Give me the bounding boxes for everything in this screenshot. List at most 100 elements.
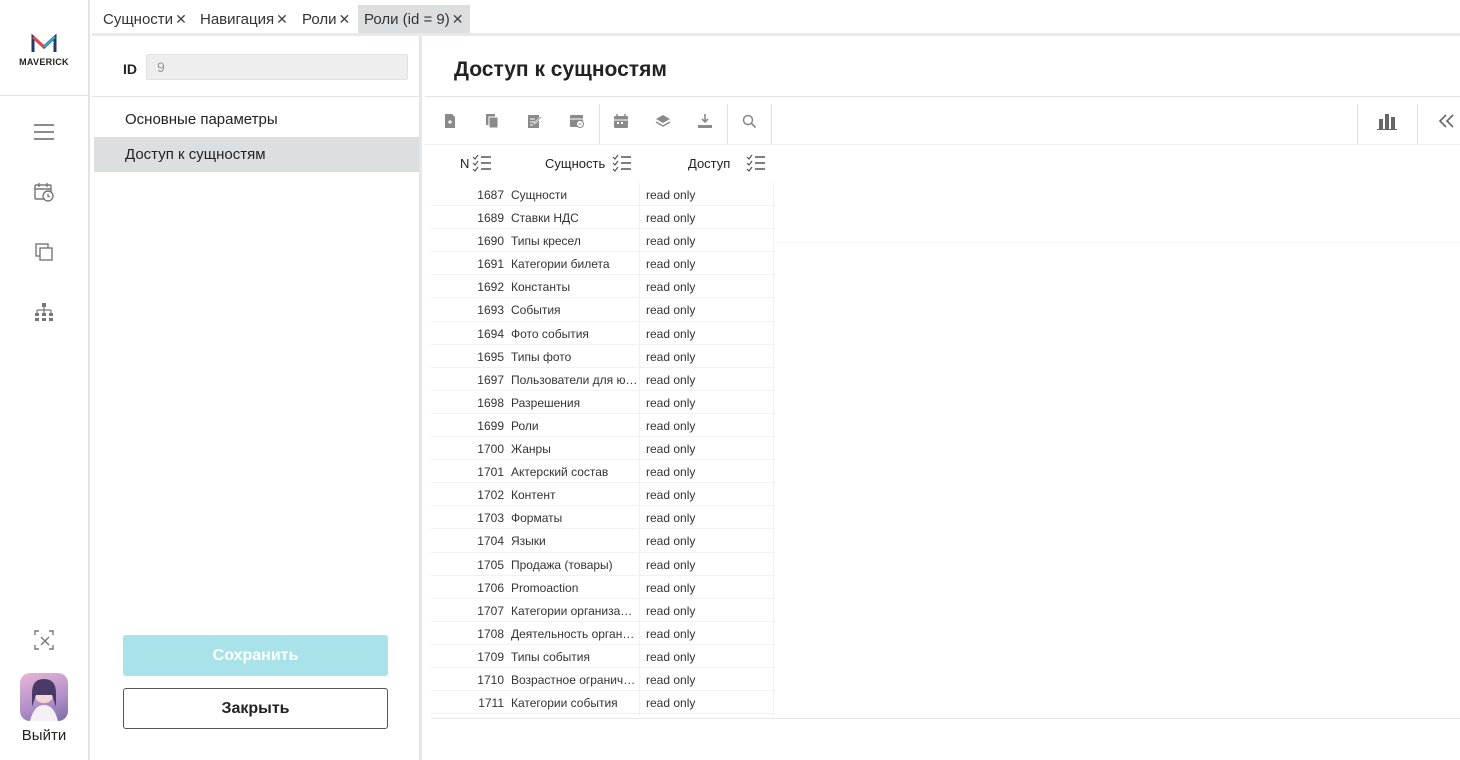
layers-icon[interactable]: [651, 109, 675, 133]
tab-bar: Сущности ✕ Навигация ✕ Роли ✕ Роли (id = 9)…: [92, 0, 1460, 36]
close-icon[interactable]: ✕: [339, 11, 351, 28]
menu-icon[interactable]: [30, 118, 58, 146]
column-header-access[interactable]: Доступ: [688, 156, 730, 171]
close-selection-icon[interactable]: [30, 626, 58, 654]
table-row[interactable]: 1703 Форматы read only: [431, 506, 775, 530]
tab-label: Роли: [302, 10, 337, 28]
row-number: 1710: [477, 672, 504, 687]
close-icon[interactable]: ✕: [175, 11, 187, 28]
table-row[interactable]: 1700 Жанры read only: [431, 437, 775, 461]
row-access: read only: [646, 488, 696, 503]
row-entity: Разрешения: [511, 395, 581, 410]
row-entity: Жанры: [511, 442, 551, 457]
download-icon[interactable]: [693, 109, 717, 133]
tab-navigation[interactable]: Навигация ✕: [194, 5, 294, 33]
row-entity: Категории организаций: [511, 603, 639, 618]
new-doc-icon[interactable]: [438, 109, 462, 133]
row-entity: Возрастное ограниче...: [511, 672, 639, 687]
row-entity: Форматы: [511, 511, 563, 526]
row-number: 1708: [477, 626, 504, 641]
row-entity: Актерский состав: [511, 465, 609, 480]
collapse-icon[interactable]: [1434, 109, 1458, 133]
section-entity-access[interactable]: Доступ к сущностям: [94, 137, 419, 172]
table-row[interactable]: 1697 Пользователи для юз... read only: [431, 368, 775, 391]
grid-body: 1687 Сущности read only 1689 Ставки НДС read …: [431, 183, 775, 715]
row-entity: Promoaction: [511, 580, 579, 595]
copy-doc-icon[interactable]: [480, 109, 504, 133]
tab-label: Навигация: [200, 10, 275, 28]
save-button[interactable]: Сохранить: [123, 635, 388, 676]
row-number: 1687: [477, 188, 504, 202]
table-row[interactable]: 1706 Promoaction read only: [431, 576, 775, 599]
table-row[interactable]: 1710 Возрастное ограниче... read only: [431, 668, 775, 692]
archive-icon[interactable]: [565, 109, 589, 133]
avatar[interactable]: [20, 673, 68, 721]
row-entity: Категории билета: [511, 257, 610, 272]
row-access: read only: [646, 557, 696, 572]
close-icon[interactable]: ✕: [452, 11, 464, 28]
table-row[interactable]: 1692 Константы read only: [431, 275, 775, 299]
column-header-entity[interactable]: Сущность: [545, 156, 605, 171]
row-entity: Контент: [511, 488, 556, 503]
row-access: read only: [646, 418, 696, 433]
search-icon[interactable]: [737, 109, 761, 133]
table-row[interactable]: 1698 Разрешения read only: [431, 391, 775, 414]
close-icon[interactable]: ✕: [276, 11, 288, 28]
column-filter-icon[interactable]: [746, 154, 766, 172]
row-number: 1698: [477, 395, 504, 410]
row-access: read only: [646, 626, 696, 641]
logout-button[interactable]: Выйти: [0, 727, 88, 744]
table-row[interactable]: 1695 Типы фото read only: [431, 345, 775, 368]
divider: [775, 242, 1460, 243]
table-row[interactable]: 1694 Фото события read only: [431, 322, 775, 345]
table-row[interactable]: 1711 Категории события read only: [431, 691, 775, 715]
row-number: 1695: [477, 349, 504, 364]
calendar-clock-icon[interactable]: [30, 178, 58, 206]
row-access: read only: [646, 188, 696, 202]
edit-icon[interactable]: [523, 109, 547, 133]
brand-name: MAVERICK: [19, 57, 69, 67]
table-row[interactable]: 1699 Роли read only: [431, 414, 775, 438]
tab-entities[interactable]: Сущности ✕: [97, 5, 193, 33]
table-row[interactable]: 1702 Контент read only: [431, 483, 775, 507]
row-number: 1691: [477, 257, 504, 272]
row-entity: Фото события: [511, 326, 589, 341]
row-number: 1706: [477, 580, 504, 595]
table-row[interactable]: 1689 Ставки НДС read only: [431, 206, 775, 230]
id-row: ID: [92, 36, 422, 97]
copy-icon[interactable]: [30, 238, 58, 266]
column-filter-icon[interactable]: [612, 154, 632, 172]
row-access: read only: [646, 349, 696, 364]
table-row[interactable]: 1693 События read only: [431, 298, 775, 322]
table-row[interactable]: 1687 Сущности read only: [431, 183, 775, 207]
tab-role-9[interactable]: Роли (id = 9) ✕: [358, 5, 470, 33]
table-row[interactable]: 1701 Актерский состав read only: [431, 460, 775, 484]
row-entity: Сущности: [511, 188, 568, 202]
table-row[interactable]: 1704 Языки read only: [431, 529, 775, 553]
row-number: 1697: [477, 372, 504, 387]
row-number: 1709: [477, 649, 504, 664]
close-button[interactable]: Закрыть: [123, 688, 388, 729]
chart-icon[interactable]: [1375, 109, 1399, 133]
column-header-n[interactable]: N: [460, 156, 469, 171]
section-main-params[interactable]: Основные параметры: [94, 102, 419, 137]
table-row[interactable]: 1707 Категории организаций read only: [431, 599, 775, 622]
brand-logo[interactable]: MAVERICK: [0, 0, 88, 96]
grid-header: N Сущность Доступ: [431, 146, 775, 182]
row-access: read only: [646, 465, 696, 480]
row-entity: Языки: [511, 534, 546, 549]
hierarchy-icon[interactable]: [30, 298, 58, 326]
toolbar-divider: [599, 104, 600, 144]
table-row[interactable]: 1709 Типы события read only: [431, 645, 775, 668]
toolbar: [425, 97, 1460, 145]
table-row[interactable]: 1708 Деятельность органи... read only: [431, 622, 775, 645]
id-field[interactable]: [146, 54, 408, 80]
calendar-icon[interactable]: [609, 109, 633, 133]
table-row[interactable]: 1690 Типы кресел read only: [431, 229, 775, 253]
table-row[interactable]: 1691 Категории билета read only: [431, 252, 775, 276]
tab-roles[interactable]: Роли ✕: [296, 5, 356, 33]
column-filter-icon[interactable]: [472, 154, 492, 172]
toolbar-divider: [727, 104, 728, 144]
id-label: ID: [123, 61, 137, 77]
table-row[interactable]: 1705 Продажа (товары) read only: [431, 553, 775, 576]
